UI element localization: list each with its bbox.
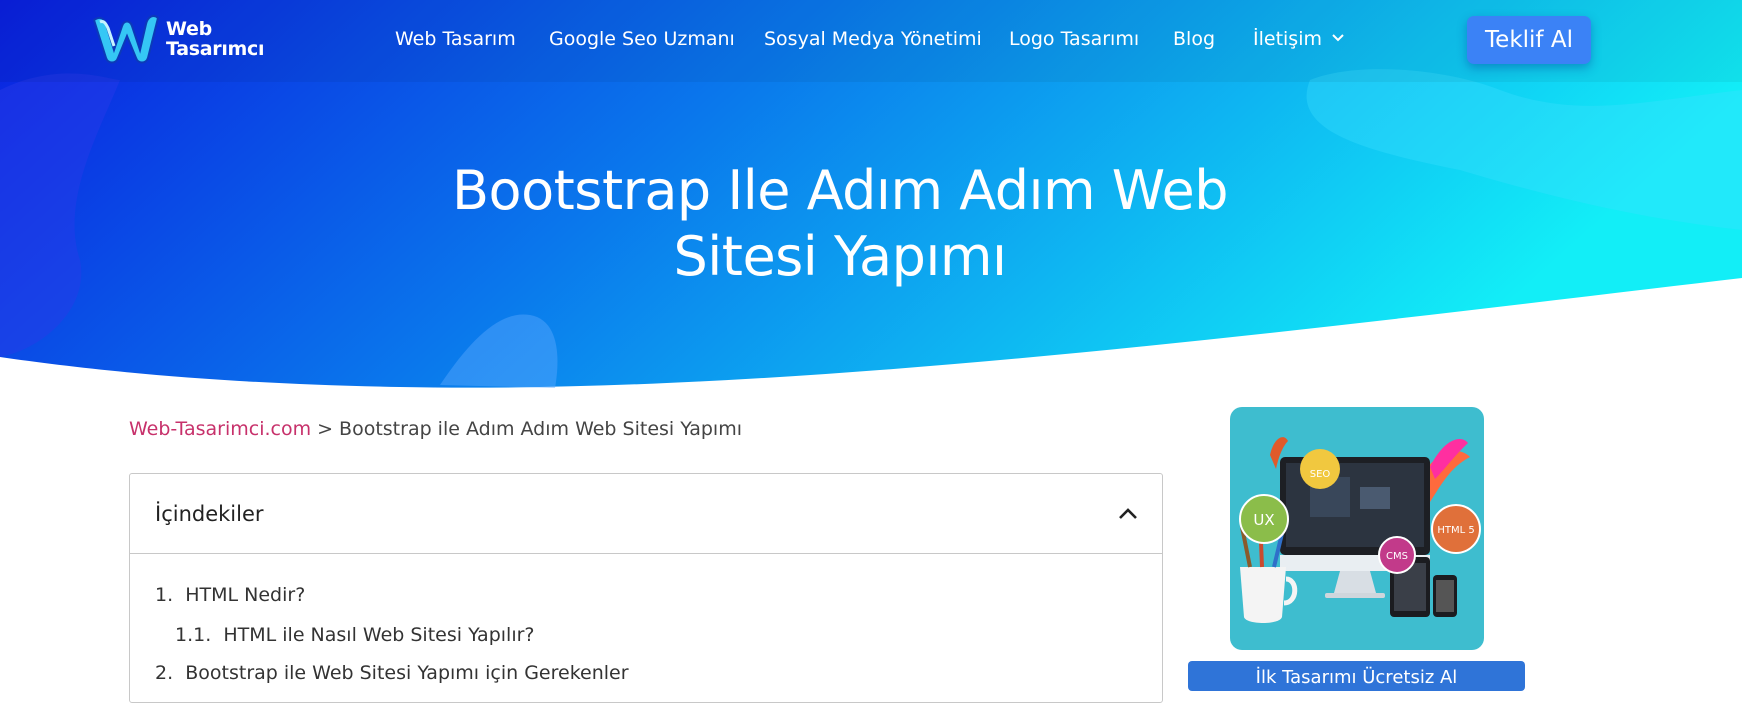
toc-item-number: 1.1. xyxy=(175,624,212,646)
teklif-al-button[interactable]: Teklif Al xyxy=(1467,16,1591,64)
toc-item-label: Bootstrap ile Web Sitesi Yapımı için Ger… xyxy=(185,662,629,684)
logo-line2: Tasarımcı xyxy=(166,38,265,60)
web-design-illustration: SEO UX HTML 5 CMS xyxy=(1239,437,1481,623)
sidebar-promo-image[interactable]: SEO UX HTML 5 CMS xyxy=(1230,407,1484,650)
toc-item-number: 1. xyxy=(155,584,174,606)
seo-badge-label: SEO xyxy=(1310,469,1331,480)
breadcrumb-separator: > xyxy=(317,418,334,440)
logo-w-icon xyxy=(92,15,160,64)
nav-google-seo[interactable]: Google Seo Uzmanı xyxy=(549,28,735,50)
nav-logo-tasarimi[interactable]: Logo Tasarımı xyxy=(1009,28,1139,50)
cms-badge-label: CMS xyxy=(1386,551,1408,562)
page-title: Bootstrap Ile Adım Adım Web Sitesi Yapım… xyxy=(390,158,1290,290)
chevron-down-icon xyxy=(1332,34,1344,42)
hero-banner: Web Tasarımcı Web Tasarım Google Seo Uzm… xyxy=(0,0,1742,395)
nav-blog[interactable]: Blog xyxy=(1173,28,1215,50)
breadcrumb-current: Bootstrap ile Adım Adım Web Sitesi Yapım… xyxy=(339,418,742,440)
ux-badge-label: UX xyxy=(1253,511,1274,529)
toc-item[interactable]: 2. Bootstrap ile Web Sitesi Yapımı için … xyxy=(155,662,629,684)
page-title-line2: Sitesi Yapımı xyxy=(673,225,1007,288)
site-logo[interactable]: Web Tasarımcı xyxy=(90,10,265,68)
toc-item-label: HTML ile Nasıl Web Sitesi Yapılır? xyxy=(223,624,535,646)
nav-web-tasarim[interactable]: Web Tasarım xyxy=(395,28,516,50)
toc-item-label: HTML Nedir? xyxy=(185,584,306,606)
breadcrumb: Web-Tasarimci.com > Bootstrap ile Adım Adı… xyxy=(129,418,742,440)
toc-item[interactable]: 1.1. HTML ile Nasıl Web Sitesi Yapılır? xyxy=(175,624,535,646)
chevron-up-icon[interactable] xyxy=(1116,502,1140,526)
nav-iletisim-label: İletişim xyxy=(1253,28,1322,50)
top-navbar: Web Tasarımcı Web Tasarım Google Seo Uzm… xyxy=(0,0,1742,82)
toc-item[interactable]: 1. HTML Nedir? xyxy=(155,584,305,606)
nav-sosyal-medya[interactable]: Sosyal Medya Yönetimi xyxy=(764,28,982,50)
page-title-line1: Bootstrap Ile Adım Adım Web xyxy=(452,159,1228,222)
table-of-contents: İçindekiler 1. HTML Nedir? 1.1. HTML ile… xyxy=(129,473,1163,703)
toc-title: İçindekiler xyxy=(155,502,264,526)
toc-header[interactable]: İçindekiler xyxy=(130,474,1162,554)
sidebar-free-design-button[interactable]: İlk Tasarımı Ücretsiz Al xyxy=(1188,661,1525,691)
html5-badge-label: HTML 5 xyxy=(1437,525,1474,536)
logo-line1: Web xyxy=(166,18,212,40)
toc-item-number: 2. xyxy=(155,662,174,684)
nav-iletisim[interactable]: İletişim xyxy=(1253,28,1344,50)
breadcrumb-home-link[interactable]: Web-Tasarimci.com xyxy=(129,418,311,440)
